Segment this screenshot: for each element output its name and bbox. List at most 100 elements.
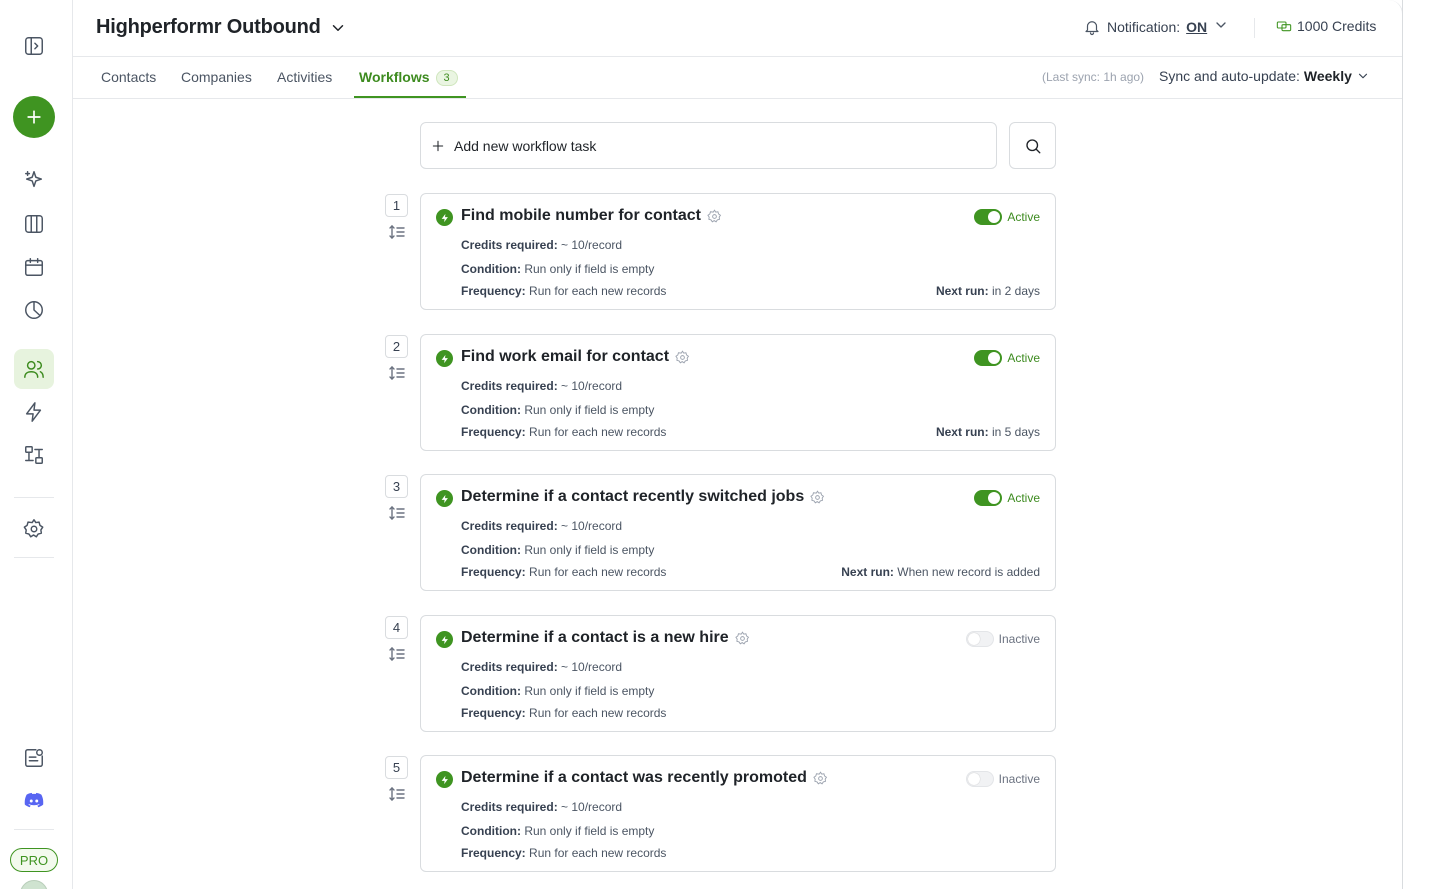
tab-activities[interactable]: Activities	[277, 69, 332, 85]
plan-badge[interactable]: PRO	[10, 848, 58, 872]
tab-companies[interactable]: Companies	[181, 69, 252, 85]
status-toggle[interactable]: Active	[974, 350, 1040, 366]
frequency-line: Frequency: Run for each new records	[461, 425, 666, 439]
tab-workflows[interactable]: Workflows 3	[359, 69, 458, 86]
sidebar-divider	[14, 829, 54, 830]
header: Highperformr Outbound Notification: ON 1…	[73, 0, 1403, 57]
toggle-switch[interactable]	[965, 631, 994, 647]
lightning-icon	[436, 631, 453, 648]
tab-label: Workflows	[359, 69, 430, 85]
status-label: Inactive	[998, 772, 1040, 786]
frequency-line: Frequency: Run for each new records	[461, 565, 666, 579]
sidebar-toggle-button[interactable]	[14, 26, 54, 66]
workflow-title-text: Determine if a contact recently switched…	[461, 488, 805, 505]
workflow-card[interactable]: Determine if a contact is a new hire Inac…	[420, 615, 1056, 732]
credits-value: ~ 10/record	[561, 238, 623, 252]
status-toggle[interactable]: Inactive	[965, 631, 1040, 647]
search-button[interactable]	[1009, 122, 1056, 169]
gear-icon[interactable]	[707, 208, 722, 224]
status-label: Active	[1007, 351, 1040, 365]
workflow-title: Determine if a contact is a new hire	[461, 629, 750, 647]
condition-line: Condition: Run only if field is empty	[461, 262, 654, 276]
gear-icon[interactable]	[813, 770, 828, 786]
frequency-value: Run for each new records	[529, 284, 667, 298]
sync-frequency-select[interactable]: Sync and auto-update: Weekly	[1159, 68, 1370, 84]
toggle-switch[interactable]	[974, 490, 1003, 506]
credits-value: ~ 10/record	[561, 660, 623, 674]
search-icon	[1025, 138, 1040, 153]
reorder-icon[interactable]	[389, 366, 405, 380]
credits-line: Credits required: ~ 10/record	[461, 800, 622, 814]
sidebar-item-workflows[interactable]	[14, 435, 54, 475]
frequency-value: Run for each new records	[529, 846, 667, 860]
status-toggle[interactable]: Inactive	[965, 771, 1040, 787]
status-toggle[interactable]: Active	[974, 209, 1040, 225]
frequency-label: Frequency:	[461, 846, 526, 860]
active-tab-indicator	[354, 96, 466, 98]
avatar[interactable]	[20, 880, 48, 889]
notification-toggle[interactable]: Notification: ON	[1083, 17, 1229, 36]
workflow-card[interactable]: Determine if a contact recently switched…	[420, 474, 1056, 591]
sidebar-item-calendar[interactable]	[14, 247, 54, 287]
toggle-switch[interactable]	[974, 350, 1003, 366]
condition-line: Condition: Run only if field is empty	[461, 824, 654, 838]
workspace-selector[interactable]: Highperformr Outbound	[96, 16, 347, 39]
chevron-down-icon	[329, 19, 347, 37]
toggle-switch[interactable]	[974, 209, 1003, 225]
add-workflow-task-button[interactable]: Add new workflow task	[420, 122, 997, 169]
add-button[interactable]	[13, 96, 55, 138]
workflow-icon	[25, 446, 43, 464]
workflow-card[interactable]: Find mobile number for contact Active Cred…	[420, 193, 1056, 310]
gear-icon[interactable]	[810, 489, 825, 505]
sparkles-icon	[25, 171, 43, 188]
workflow-card[interactable]: Find work email for contact Active Credits…	[420, 334, 1056, 451]
columns-icon	[25, 215, 43, 233]
sidebar-item-discord[interactable]	[14, 781, 54, 821]
next-run-line: Next run: When new record is added	[841, 565, 1040, 579]
credits-value: 1000 Credits	[1297, 18, 1377, 34]
reorder-icon[interactable]	[389, 647, 405, 661]
credits-indicator[interactable]: 1000 Credits	[1276, 18, 1376, 34]
toggle-switch[interactable]	[965, 771, 994, 787]
credits-line: Credits required: ~ 10/record	[461, 379, 622, 393]
condition-value: Run only if field is empty	[524, 262, 655, 276]
credits-value: ~ 10/record	[561, 379, 623, 393]
sidebar-item-notes[interactable]	[14, 738, 54, 778]
condition-value: Run only if field is empty	[524, 543, 655, 557]
lightning-icon	[436, 350, 453, 367]
tabs-bar: Contacts Companies Activities Workflows 3…	[73, 57, 1403, 99]
sidebar-item-contacts[interactable]	[14, 349, 54, 389]
workflow-index: 5	[385, 756, 408, 779]
workflow-title: Determine if a contact was recently prom…	[461, 769, 828, 787]
tab-contacts[interactable]: Contacts	[101, 69, 156, 85]
workflow-card[interactable]: Determine if a contact was recently prom…	[420, 755, 1056, 872]
condition-value: Run only if field is empty	[524, 824, 655, 838]
plus-icon	[432, 140, 444, 151]
sidebar-item-settings[interactable]	[14, 509, 54, 549]
reorder-icon[interactable]	[389, 506, 405, 520]
reorder-icon[interactable]	[389, 787, 405, 801]
gear-icon[interactable]	[734, 630, 750, 646]
notification-value[interactable]: ON	[1186, 19, 1207, 35]
credits-label: Credits required:	[461, 800, 558, 814]
condition-value: Run only if field is empty	[524, 684, 655, 698]
sidebar-item-automations[interactable]	[14, 392, 54, 432]
credits-line: Credits required: ~ 10/record	[461, 660, 622, 674]
sidebar-item-analytics[interactable]	[14, 290, 54, 330]
status-label: Inactive	[998, 632, 1040, 646]
window-edge	[1402, 0, 1403, 889]
credits-line: Credits required: ~ 10/record	[461, 519, 622, 533]
sidebar-toggle-icon	[25, 37, 43, 55]
gear-icon[interactable]	[675, 349, 690, 365]
status-toggle[interactable]: Active	[974, 490, 1040, 506]
sidebar: PRO	[0, 0, 73, 889]
sidebar-item-tables[interactable]	[14, 204, 54, 244]
add-task-label: Add new workflow task	[454, 137, 597, 154]
reorder-icon[interactable]	[389, 225, 405, 239]
sidebar-item-ai[interactable]	[14, 160, 54, 200]
next-run-value: When new record is added	[897, 565, 1040, 579]
next-run-value: in 2 days	[991, 284, 1040, 298]
frequency-value: Run for each new records	[529, 565, 667, 579]
chevron-down-icon[interactable]	[1213, 17, 1229, 36]
lightning-icon	[436, 771, 453, 788]
